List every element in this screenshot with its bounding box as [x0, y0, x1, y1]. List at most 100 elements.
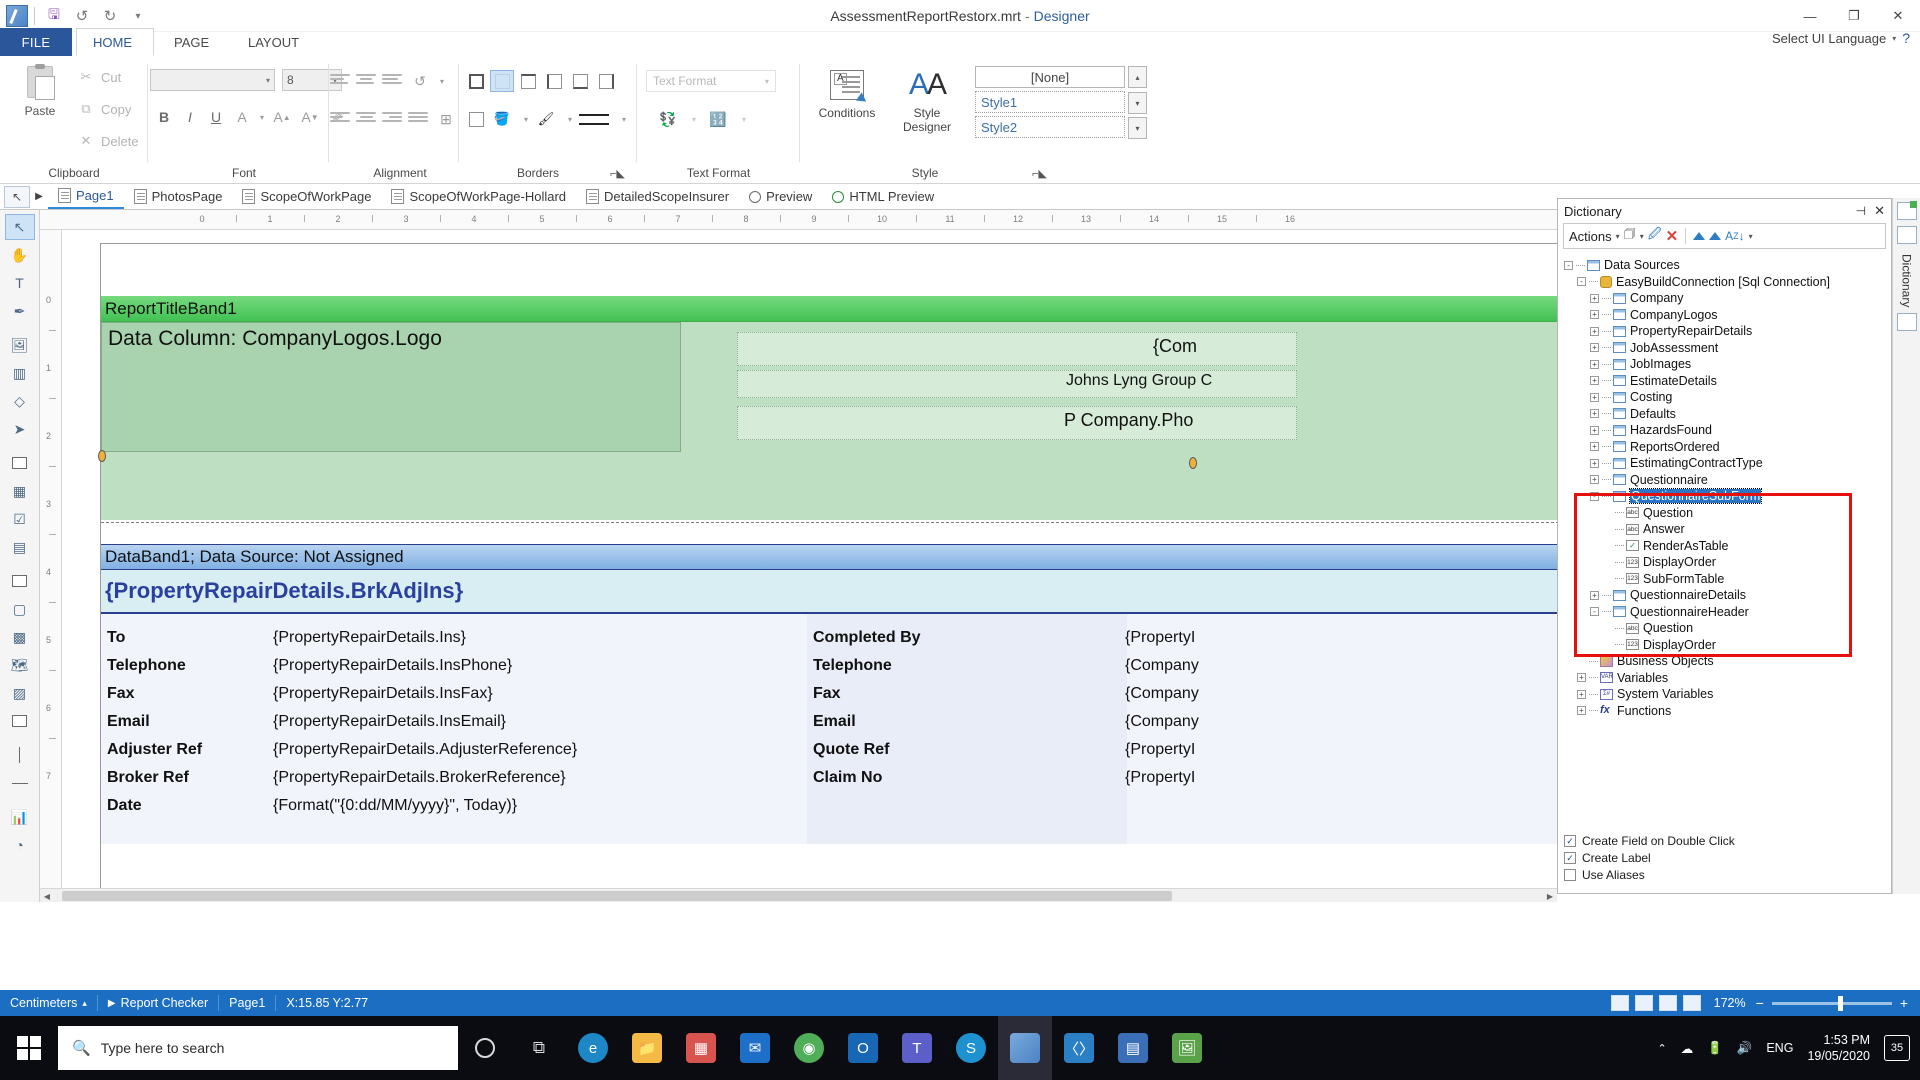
page-tab-html-preview[interactable]: HTML Preview [822, 184, 944, 209]
tool-map-icon[interactable]: 🗺 [5, 652, 35, 678]
underline-button[interactable]: U [204, 106, 228, 128]
tool-square-icon[interactable] [5, 708, 35, 734]
field-expression[interactable]: {Company [1125, 685, 1199, 703]
tree-node[interactable]: Business Objects [1560, 653, 1889, 670]
app-window-icon[interactable]: ▤ [1106, 1016, 1160, 1080]
scrollbar-thumb[interactable] [62, 891, 1172, 901]
view-normal-icon[interactable] [1610, 995, 1629, 1011]
field-expression[interactable]: {PropertyI [1125, 629, 1195, 647]
page-tab-scopeofworkpage[interactable]: ScopeOfWorkPage [232, 184, 381, 209]
notification-count-badge[interactable]: 35 [1884, 1035, 1910, 1061]
clock[interactable]: 1:53 PM 19/05/2020 [1807, 1032, 1870, 1064]
band-handle[interactable] [1189, 457, 1197, 469]
report-tree-icon[interactable] [1896, 313, 1917, 332]
volume-icon[interactable]: 🔊 [1737, 1041, 1753, 1056]
number-format-icon[interactable]: 🔢 [706, 108, 730, 130]
expand-icon[interactable]: + [1590, 359, 1599, 369]
page-tab-photospage[interactable]: PhotosPage [124, 184, 233, 209]
tool-arrow-icon[interactable]: ➤ [5, 416, 35, 442]
chevron-down-icon[interactable]: ▾ [612, 108, 636, 130]
conditions-button[interactable]: A Conditions [810, 64, 884, 120]
properties-icon[interactable] [1896, 201, 1917, 220]
chrome-icon[interactable]: ◉ [782, 1016, 836, 1080]
tree-node[interactable]: + JobImages [1560, 356, 1889, 373]
expand-icon[interactable]: + [1590, 376, 1599, 386]
tool-subreport-icon[interactable]: ▤ [5, 534, 35, 560]
tool-chart-icon[interactable]: 📊 [5, 804, 35, 830]
tree-node[interactable]: + fx Functions [1560, 703, 1889, 720]
field-expression[interactable]: {PropertyRepairDetails.InsEmail} [273, 713, 506, 731]
expand-icon[interactable]: + [1590, 442, 1599, 452]
expand-icon[interactable]: + [1577, 706, 1586, 716]
border-bottom-icon[interactable] [568, 70, 592, 92]
company-name-box[interactable] [737, 332, 1297, 366]
style-expand-button[interactable]: ▾ [1128, 117, 1147, 139]
tree-node[interactable]: - EasyBuildConnection [Sql Connection] [1560, 274, 1889, 291]
tree-node[interactable]: - Data Sources [1560, 257, 1889, 274]
chevron-down-icon[interactable]: ▾ [682, 108, 706, 130]
expand-icon[interactable]: + [1590, 326, 1599, 336]
tree-node[interactable]: abc Question [1560, 620, 1889, 637]
band-handle[interactable] [98, 450, 106, 462]
collapse-icon[interactable]: - [1564, 260, 1573, 270]
tree-node[interactable]: ✓ RenderAsTable [1560, 538, 1889, 555]
paste-button[interactable]: Paste [10, 64, 70, 118]
tab-page[interactable]: PAGE [158, 28, 225, 56]
tool-rich-text-icon[interactable]: ✒ [5, 298, 35, 324]
border-top-icon[interactable] [516, 70, 540, 92]
edge-icon[interactable]: e [566, 1016, 620, 1080]
start-button[interactable] [0, 1016, 58, 1080]
align-right-icon[interactable] [382, 110, 404, 130]
tab-home[interactable]: HOME [76, 28, 154, 56]
chevron-down-icon[interactable]: ▾ [1640, 232, 1644, 241]
tray-expand-icon[interactable]: ⌃ [1657, 1042, 1666, 1055]
tree-node[interactable]: + Defaults [1560, 406, 1889, 423]
tree-node[interactable]: 123 DisplayOrder [1560, 554, 1889, 571]
style-item-style2[interactable]: Style2 [975, 116, 1125, 138]
language-indicator[interactable]: ENG [1766, 1041, 1793, 1055]
style-item-none[interactable]: [None] [975, 66, 1125, 88]
tree-node[interactable]: + EstimatingContractType [1560, 455, 1889, 472]
tree-node[interactable]: + JobAssessment [1560, 340, 1889, 357]
collapse-icon[interactable]: - [1590, 491, 1599, 501]
design-canvas[interactable]: 0 1 2 3 4 5 6 7 8 9 10 11 12 13 14 15 16… [40, 210, 1557, 902]
vscode-icon[interactable]: 〈〉 [1052, 1016, 1106, 1080]
task-view-button[interactable]: ⧉ [512, 1016, 566, 1080]
skype-icon[interactable]: S [944, 1016, 998, 1080]
select-tool-button[interactable]: ↖ [4, 185, 30, 208]
shrink-font-button[interactable]: A ▼ [298, 106, 322, 128]
page-scroll-right-icon[interactable]: ▶ [30, 186, 48, 208]
data-band-1[interactable]: DataBand1; Data Source: Not Assigned {Pr… [101, 544, 1557, 844]
tool-panel-icon[interactable] [5, 450, 35, 476]
checkbox-icon[interactable]: ✓ [1564, 834, 1576, 847]
undo-icon[interactable]: ↺ [69, 4, 95, 28]
border-left-icon[interactable] [542, 70, 566, 92]
align-bottom-icon[interactable] [382, 72, 404, 92]
move-down-icon[interactable] [1709, 226, 1722, 246]
option-create-field-on-double-click[interactable]: ✓ Create Field on Double Click [1564, 832, 1735, 849]
delete-icon[interactable]: ✕ [1666, 226, 1679, 246]
chevron-down-icon[interactable]: ▾ [1749, 232, 1753, 241]
tree-node[interactable]: abc Answer [1560, 521, 1889, 538]
tool-vline-icon[interactable] [5, 742, 35, 768]
dictionary-tree[interactable]: - Data Sources - EasyBuildConnection [Sql C… [1560, 257, 1889, 893]
tree-node[interactable]: + Costing [1560, 389, 1889, 406]
sub-header-text[interactable]: {PropertyRepairDetails.BrkAdjIns} [101, 570, 1557, 614]
zoom-in-button[interactable]: + [1900, 995, 1920, 1011]
style-dialog-launcher[interactable]: ⌐◣ [1032, 167, 1047, 180]
close-icon[interactable]: ✕ [1874, 203, 1885, 219]
align-left-icon[interactable] [330, 110, 352, 130]
tool-shape-icon[interactable]: ◇ [5, 388, 35, 414]
onedrive-icon[interactable]: ☁ [1681, 1041, 1694, 1056]
tree-node[interactable]: + Questionnaire [1560, 472, 1889, 489]
tree-node[interactable]: + HazardsFound [1560, 422, 1889, 439]
field-expression[interactable]: {PropertyRepairDetails.Ins} [273, 629, 466, 647]
report-page[interactable]: ReportTitleBand1 Data Column: CompanyLog… [98, 243, 1557, 902]
copy-button[interactable]: ⧉ Copy [78, 101, 131, 117]
company-phone-box[interactable] [737, 406, 1297, 440]
tool-text-icon[interactable]: T [5, 270, 35, 296]
field-expression[interactable]: {PropertyRepairDetails.InsFax} [273, 685, 493, 703]
tree-node[interactable]: - QuestionnaireSubForm [1560, 488, 1889, 505]
store-icon[interactable]: ▦ [674, 1016, 728, 1080]
rotate-icon[interactable]: ↺ [408, 70, 432, 92]
